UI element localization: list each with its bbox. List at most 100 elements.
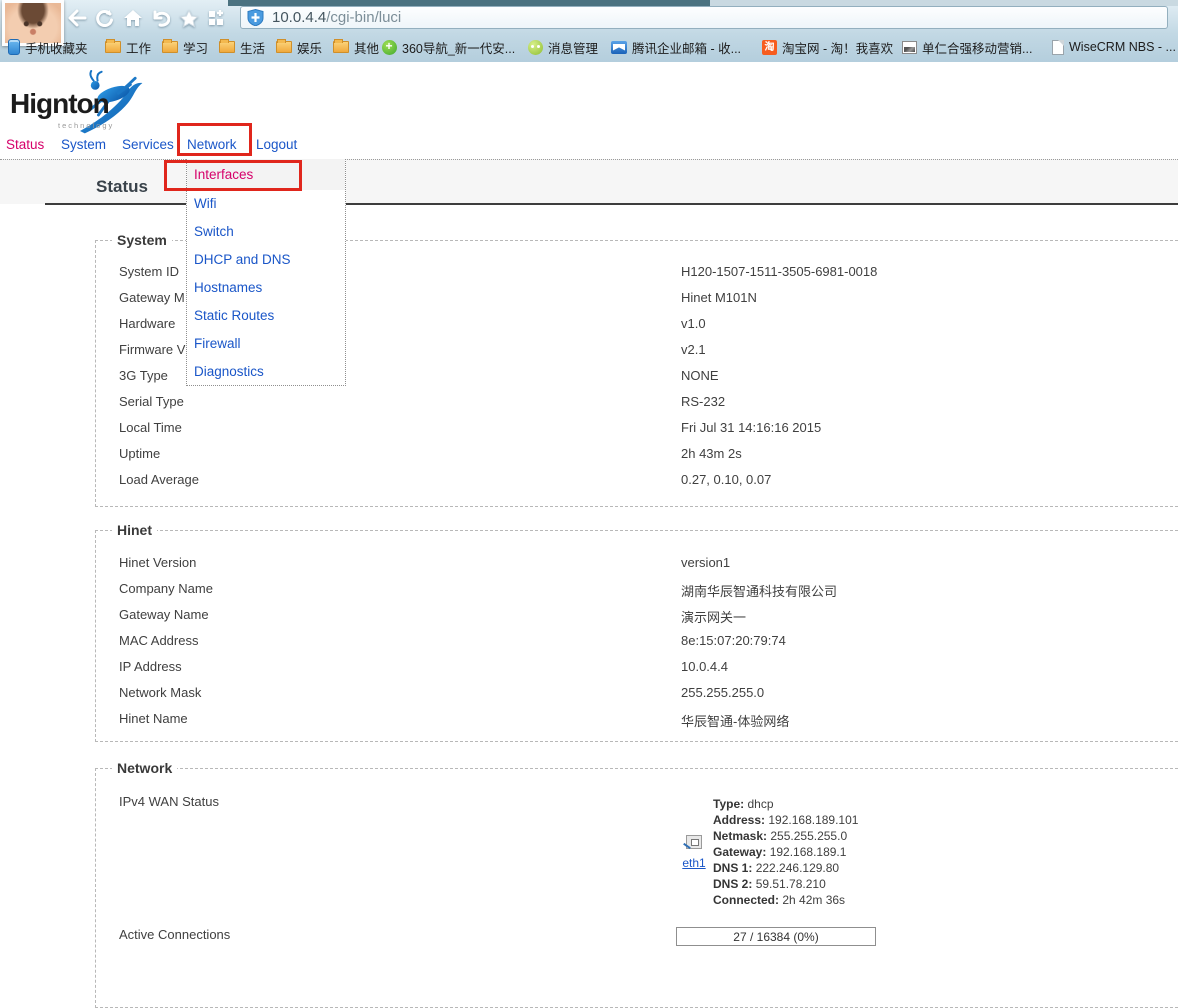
bookmark-tencent-mail[interactable]: 腾讯企业邮箱 - 收... (611, 36, 741, 58)
bookmark-taobao[interactable]: 淘淘宝网 - 淘！我喜欢 (762, 36, 893, 58)
row-value: 2h 43m 2s (681, 446, 742, 461)
active-connections-label: Active Connections (119, 927, 230, 942)
back-icon[interactable] (66, 7, 87, 29)
site-shield-icon (247, 9, 264, 26)
folder-icon (162, 41, 178, 53)
row-label: Serial Type (119, 394, 184, 409)
row-value: Fri Jul 31 14:16:16 2015 (681, 420, 821, 435)
row-label: Company Name (119, 581, 213, 596)
bookmark-360nav[interactable]: 360导航_新一代安... (382, 36, 515, 58)
menu-item-hostnames[interactable]: Hostnames (187, 274, 345, 302)
logo-text: Hignton (10, 88, 109, 120)
taobao-icon: 淘 (762, 40, 777, 55)
reload-icon[interactable] (94, 7, 115, 29)
row-label: Load Average (119, 472, 199, 487)
logo-subtitle: technology (58, 121, 114, 130)
bookmark-work[interactable]: 工作 (105, 36, 151, 58)
menu-item-interfaces[interactable]: Interfaces (187, 159, 345, 190)
network-dropdown-menu: Interfaces Wifi Switch DHCP and DNS Host… (186, 159, 346, 386)
360-icon (382, 40, 397, 55)
row-label: Network Mask (119, 685, 201, 700)
wan-row: Gateway: 192.168.189.1 (713, 844, 858, 860)
row-value: 华辰智通-体验网络 (681, 711, 789, 730)
logo[interactable]: Hignton technology (10, 74, 180, 134)
menu-item-diagnostics[interactable]: Diagnostics (187, 358, 345, 386)
nav-status[interactable]: Status (6, 137, 44, 152)
row-value: 8e:15:07:20:79:74 (681, 633, 786, 648)
extensions-grid-icon[interactable] (206, 7, 227, 29)
section-network-legend: Network (112, 760, 177, 776)
row-value: v1.0 (681, 316, 706, 331)
url-host: 10.0.4.4 (272, 9, 326, 26)
bookmark-life[interactable]: 生活 (219, 36, 265, 58)
row-label: System ID (119, 264, 179, 279)
active-connections-bar: 27 / 16384 (0%) (676, 927, 876, 946)
submenu-band (0, 159, 1178, 204)
folder-icon (219, 41, 235, 53)
browser-toolbar (66, 7, 227, 31)
row-value: 255.255.255.0 (681, 685, 764, 700)
address-bar[interactable]: 10.0.4.4/cgi-bin/luci (240, 6, 1168, 29)
eth1-link[interactable]: eth1 (682, 856, 705, 870)
section-network: Network IPv4 WAN Status eth1 Type: dhcp … (95, 768, 1178, 1008)
row-label: IP Address (119, 659, 182, 674)
row-label: MAC Address (119, 633, 198, 648)
nav-logout[interactable]: Logout (256, 137, 297, 152)
row-label: Hinet Name (119, 711, 188, 726)
row-value: Hinet M101N (681, 290, 757, 305)
row-label: Firmware V (119, 342, 185, 357)
bookmarks-bar: 手机收藏夹 工作 学习 生活 娱乐 其他 360导航_新一代安... 消息管理 … (0, 32, 1178, 62)
wan-row: Type: dhcp (713, 796, 858, 812)
main-nav: Status System Services Network Logout (0, 137, 1178, 157)
row-label: Uptime (119, 446, 160, 461)
wan-details: Type: dhcp Address: 192.168.189.101 Netm… (713, 796, 858, 908)
undo-icon[interactable] (150, 7, 171, 29)
folder-icon (333, 41, 349, 53)
bookmark-entertainment[interactable]: 娱乐 (276, 36, 322, 58)
section-hinet: Hinet Hinet Versionversion1 Company Name… (95, 530, 1178, 742)
row-label: Hinet Version (119, 555, 196, 570)
wan-row: DNS 2: 59.51.78.210 (713, 876, 858, 892)
chat-icon (528, 40, 543, 55)
section-hinet-legend: Hinet (112, 522, 157, 538)
bookmark-study[interactable]: 学习 (162, 36, 208, 58)
row-label: 3G Type (119, 368, 168, 383)
row-label: Gateway Name (119, 607, 209, 622)
url-text: 10.0.4.4/cgi-bin/luci (272, 9, 401, 27)
browser-chrome: 10.0.4.4/cgi-bin/luci 手机收藏夹 工作 学习 生活 娱乐 … (0, 0, 1178, 62)
menu-item-wifi[interactable]: Wifi (187, 190, 345, 218)
row-value: NONE (681, 368, 719, 383)
bookmark-other[interactable]: 其他 (333, 36, 379, 58)
nav-services[interactable]: Services (122, 137, 174, 152)
row-value: 10.0.4.4 (681, 659, 728, 674)
bookmark-wisecrm[interactable]: WiseCRM NBS - ... (1052, 36, 1176, 58)
active-connections-value: 27 / 16384 (0%) (733, 930, 818, 944)
row-value: 演示网关一 (681, 607, 746, 626)
wan-row: Address: 192.168.189.101 (713, 812, 858, 828)
favorites-star-icon[interactable] (178, 7, 199, 29)
ethernet-icon (686, 835, 702, 849)
row-label: Local Time (119, 420, 182, 435)
wan-status-label: IPv4 WAN Status (119, 794, 219, 809)
wan-interface: eth1 (679, 835, 709, 872)
home-icon[interactable] (122, 7, 143, 29)
menu-item-switch[interactable]: Switch (187, 218, 345, 246)
wan-row: DNS 1: 222.246.129.80 (713, 860, 858, 876)
bookmark-message-manager[interactable]: 消息管理 (528, 36, 598, 58)
row-label: Gateway M (119, 290, 185, 305)
bookmark-danren-marketing[interactable]: 单仁合强移动营销... (902, 36, 1032, 58)
section-system-legend: System (112, 232, 172, 248)
page-title: Status (96, 177, 148, 197)
menu-item-firewall[interactable]: Firewall (187, 330, 345, 358)
menu-item-static-routes[interactable]: Static Routes (187, 302, 345, 330)
phone-icon (8, 39, 20, 55)
bookmark-mobile-favorites[interactable]: 手机收藏夹 (8, 36, 88, 58)
wan-row: Connected: 2h 42m 36s (713, 892, 858, 908)
nav-system[interactable]: System (61, 137, 106, 152)
row-value: v2.1 (681, 342, 706, 357)
picture-icon (902, 41, 917, 54)
mail-icon (611, 41, 627, 54)
row-label: Hardware (119, 316, 175, 331)
nav-network[interactable]: Network (187, 137, 237, 152)
menu-item-dhcp-dns[interactable]: DHCP and DNS (187, 246, 345, 274)
